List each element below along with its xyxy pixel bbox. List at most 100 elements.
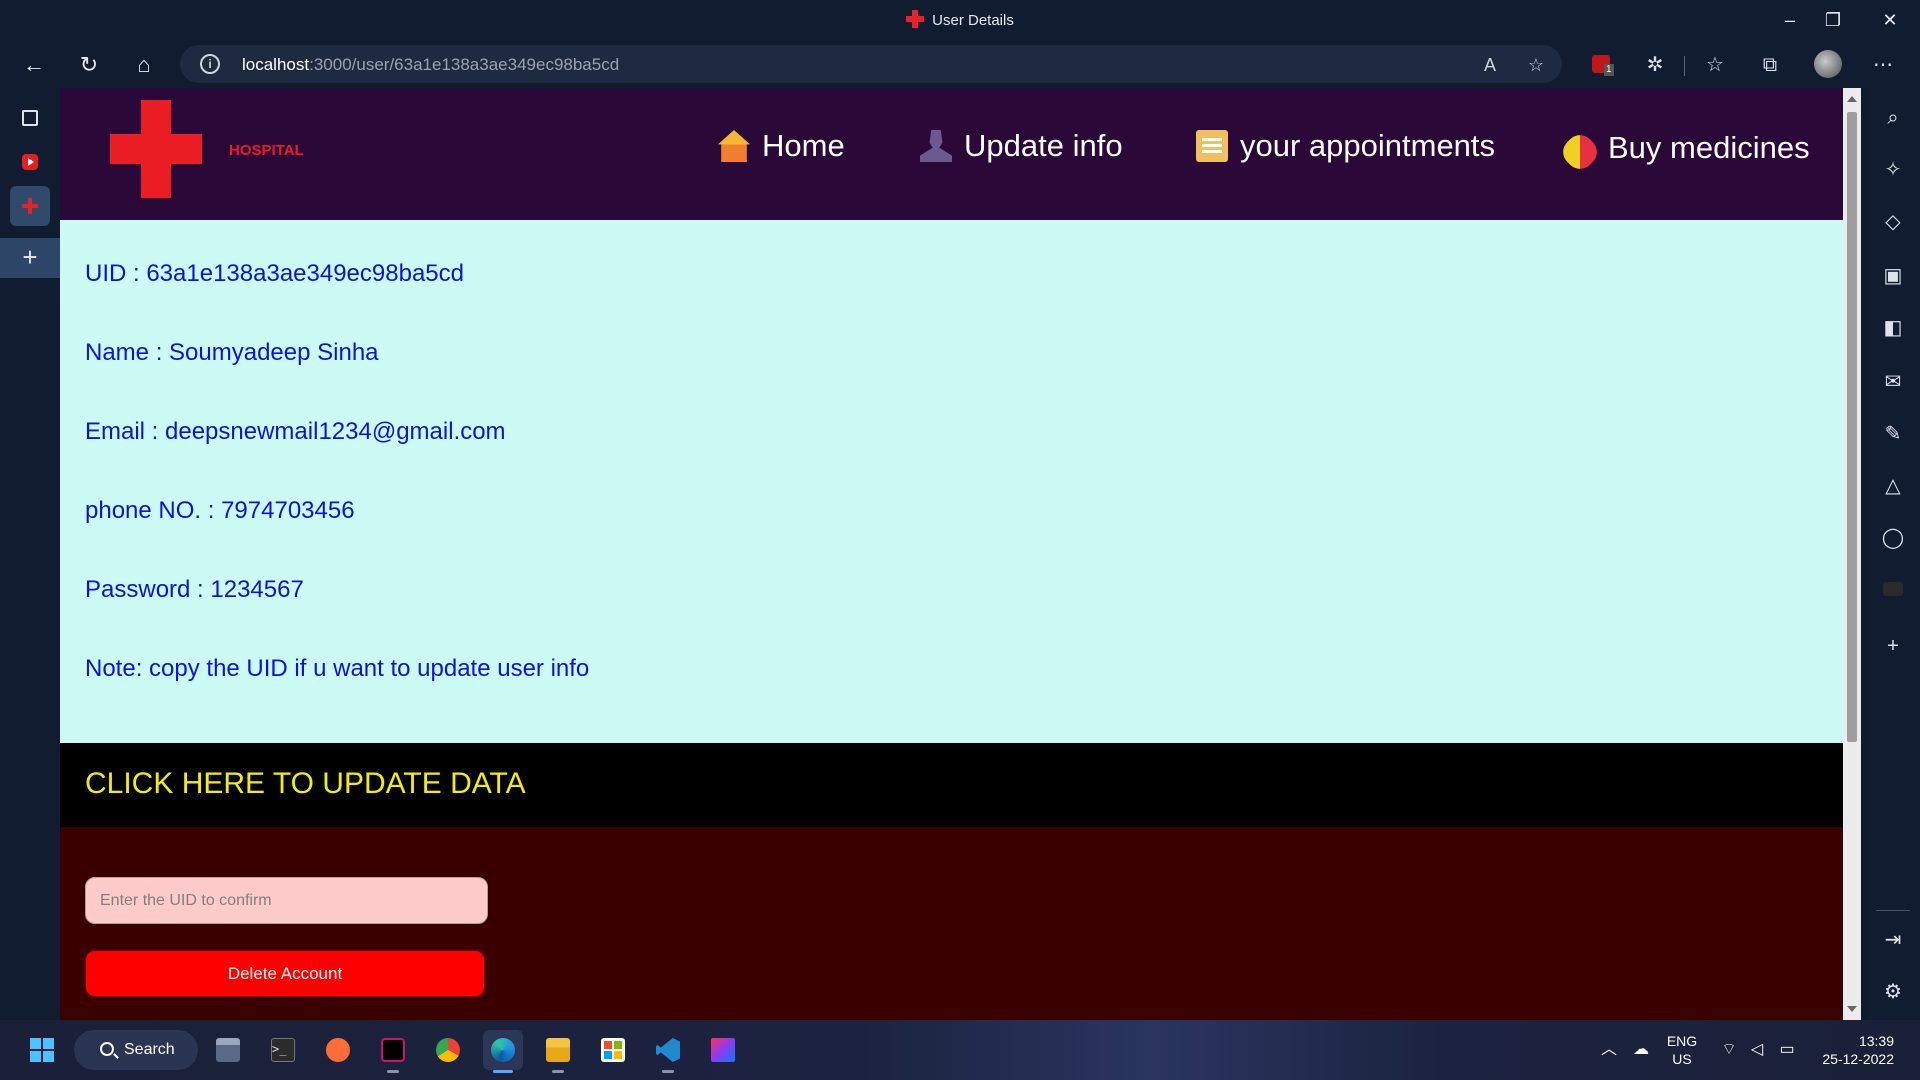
terminal-icon: >_ <box>271 1038 295 1062</box>
back-icon[interactable]: ← <box>16 47 52 83</box>
confirm-uid-input[interactable] <box>85 877 488 924</box>
more-options-icon[interactable]: ⋯ <box>1868 50 1898 80</box>
minimize-icon[interactable]: – <box>1772 6 1808 34</box>
discover-icon[interactable]: ✧ <box>1879 156 1907 184</box>
tools-briefcase-icon[interactable]: ▣ <box>1879 262 1907 290</box>
window-title: User Details <box>0 10 1920 29</box>
taskbar-store[interactable] <box>593 1030 633 1070</box>
scrollbar-thumb[interactable] <box>1847 112 1857 742</box>
nav-update-info[interactable]: Update info <box>920 128 1123 164</box>
outlook-icon[interactable]: ✉ <box>1879 368 1907 396</box>
volume-icon[interactable]: ◁ <box>1746 1040 1768 1060</box>
battery-icon[interactable]: ▭ <box>1776 1040 1798 1060</box>
nav-appointments[interactable]: your appointments <box>1196 128 1495 164</box>
start-button[interactable] <box>22 1030 62 1070</box>
house-icon <box>718 130 750 162</box>
hide-sidebar-icon[interactable]: ⇥ <box>1879 926 1907 954</box>
notifications-bell-icon[interactable]: △ <box>1879 472 1907 500</box>
chrome-icon <box>436 1038 460 1062</box>
url-text[interactable]: localhost:3000/user/63a1e138a3ae349ec98b… <box>242 55 619 75</box>
drop-icon[interactable]: ✎ <box>1879 420 1907 448</box>
hospital-logo-cross-icon[interactable] <box>110 100 202 198</box>
clock-time: 13:39 <box>1858 1033 1894 1049</box>
show-hidden-icons-chevron-icon[interactable]: ︿ <box>1598 1040 1620 1060</box>
sidebar-search-icon[interactable]: ⌕ <box>1879 104 1907 132</box>
url-host: localhost <box>242 55 310 74</box>
extensions-icon[interactable]: ✲ <box>1640 50 1670 80</box>
edge-sidebar: ⌕ ✧ ◇ ▣ ◧ ✉ ✎ △ ◯ + ⇥ ⚙ <box>1866 88 1920 1020</box>
whatsapp-icon[interactable]: ◯ <box>1879 524 1907 552</box>
collections-icon[interactable]: ⧉ <box>1755 50 1785 80</box>
folder-icon <box>546 1038 570 1062</box>
vertical-tabs-strip: + <box>0 88 60 1020</box>
running-indicator <box>662 1070 674 1073</box>
taskbar-postman[interactable] <box>318 1030 358 1070</box>
home-icon[interactable]: ⌂ <box>126 47 162 83</box>
intellij-icon <box>711 1038 735 1062</box>
taskbar-edge[interactable] <box>483 1030 523 1073</box>
browser-toolbar: ← ↻ ⌂ i localhost:3000/user/63a1e138a3ae… <box>0 42 1920 88</box>
nav-buy-medicines[interactable]: Buy medicines <box>1557 128 1810 175</box>
read-aloud-icon[interactable]: A <box>1478 53 1502 77</box>
wifi-icon[interactable]: ⌔ <box>1718 1040 1740 1060</box>
person-icon <box>920 130 952 162</box>
close-icon[interactable]: ✕ <box>1872 6 1908 34</box>
sidebar-settings-gear-icon[interactable]: ⚙ <box>1879 978 1907 1006</box>
add-sidebar-app-icon[interactable]: + <box>1879 632 1907 660</box>
note-text: Note: copy the UID if u want to update u… <box>85 655 590 682</box>
taskbar-calculator[interactable] <box>208 1030 248 1070</box>
taskbar-file-explorer[interactable] <box>538 1030 578 1073</box>
address-bar[interactable]: i localhost:3000/user/63a1e138a3ae349ec9… <box>180 45 1562 83</box>
clock[interactable]: 13:39 25-12-2022 <box>1812 1032 1894 1068</box>
nav-home[interactable]: Home <box>718 128 845 164</box>
favorites-icon[interactable]: ☆ <box>1700 50 1730 80</box>
scroll-down-icon[interactable] <box>1847 1006 1857 1012</box>
hospital-favicon-icon <box>906 10 925 28</box>
page-scrollbar[interactable] <box>1843 88 1861 1020</box>
tab-youtube[interactable] <box>10 142 50 182</box>
profile-avatar[interactable] <box>1813 50 1843 80</box>
ublock-extension-icon[interactable]: 1 <box>1586 50 1616 80</box>
site-info-icon[interactable]: i <box>200 54 220 74</box>
taskbar-vscode[interactable] <box>648 1030 688 1073</box>
ublock-badge: 1 <box>1604 64 1614 76</box>
taskbar-windows-terminal[interactable] <box>373 1030 413 1073</box>
toolbar-divider <box>1684 56 1685 76</box>
clock-date: 25-12-2022 <box>1822 1051 1894 1067</box>
sidebar-divider <box>1876 910 1910 911</box>
language-indicator[interactable]: ENG US <box>1662 1032 1702 1068</box>
taskbar-terminal[interactable]: >_ <box>263 1030 303 1070</box>
vscode-icon <box>656 1038 680 1062</box>
refresh-icon[interactable]: ↻ <box>71 47 107 83</box>
running-indicator <box>552 1070 564 1073</box>
onedrive-icon[interactable]: ☁ <box>1630 1040 1652 1060</box>
magnifier-icon <box>100 1042 114 1056</box>
hospital-logo-text[interactable]: HOSPITAL <box>229 142 304 159</box>
nav-buy-medicines-label: Buy medicines <box>1608 130 1810 165</box>
restore-icon[interactable]: ❐ <box>1815 6 1851 34</box>
taskbar-intellij[interactable] <box>703 1030 743 1070</box>
name-text: Name : Soumyadeep Sinha <box>85 339 379 366</box>
url-path: :3000/user/63a1e138a3ae349ec98ba5cd <box>309 55 620 74</box>
edge-icon <box>491 1038 515 1062</box>
delete-account-button[interactable]: Delete Account <box>85 950 485 997</box>
update-data-bar[interactable]: CLICK HERE TO UPDATE DATA <box>60 743 1843 827</box>
hospital-tab-icon <box>22 198 38 214</box>
uid-text: UID : 63a1e138a3ae349ec98ba5cd <box>85 260 464 287</box>
office-icon[interactable]: ◧ <box>1879 314 1907 342</box>
taskbar-search[interactable]: Search <box>74 1030 198 1070</box>
pill-icon <box>1557 129 1603 175</box>
new-tab-button[interactable]: + <box>0 238 60 278</box>
tab-user-details[interactable] <box>10 186 50 226</box>
windows-logo-icon <box>30 1038 54 1062</box>
update-data-link[interactable]: CLICK HERE TO UPDATE DATA <box>85 767 526 801</box>
tab-actions-icon[interactable] <box>10 98 50 138</box>
scroll-up-icon[interactable] <box>1847 96 1857 102</box>
language-code: ENG <box>1666 1033 1698 1049</box>
tab-title: User Details <box>932 12 1014 29</box>
taskbar-chrome[interactable] <box>428 1030 468 1070</box>
add-favorite-icon[interactable]: ☆ <box>1524 53 1548 77</box>
email-text: Email : deepsnewmail1234@gmail.com <box>85 418 506 445</box>
sidebar-youtube-icon[interactable] <box>1879 576 1907 604</box>
shopping-tag-icon[interactable]: ◇ <box>1879 208 1907 236</box>
